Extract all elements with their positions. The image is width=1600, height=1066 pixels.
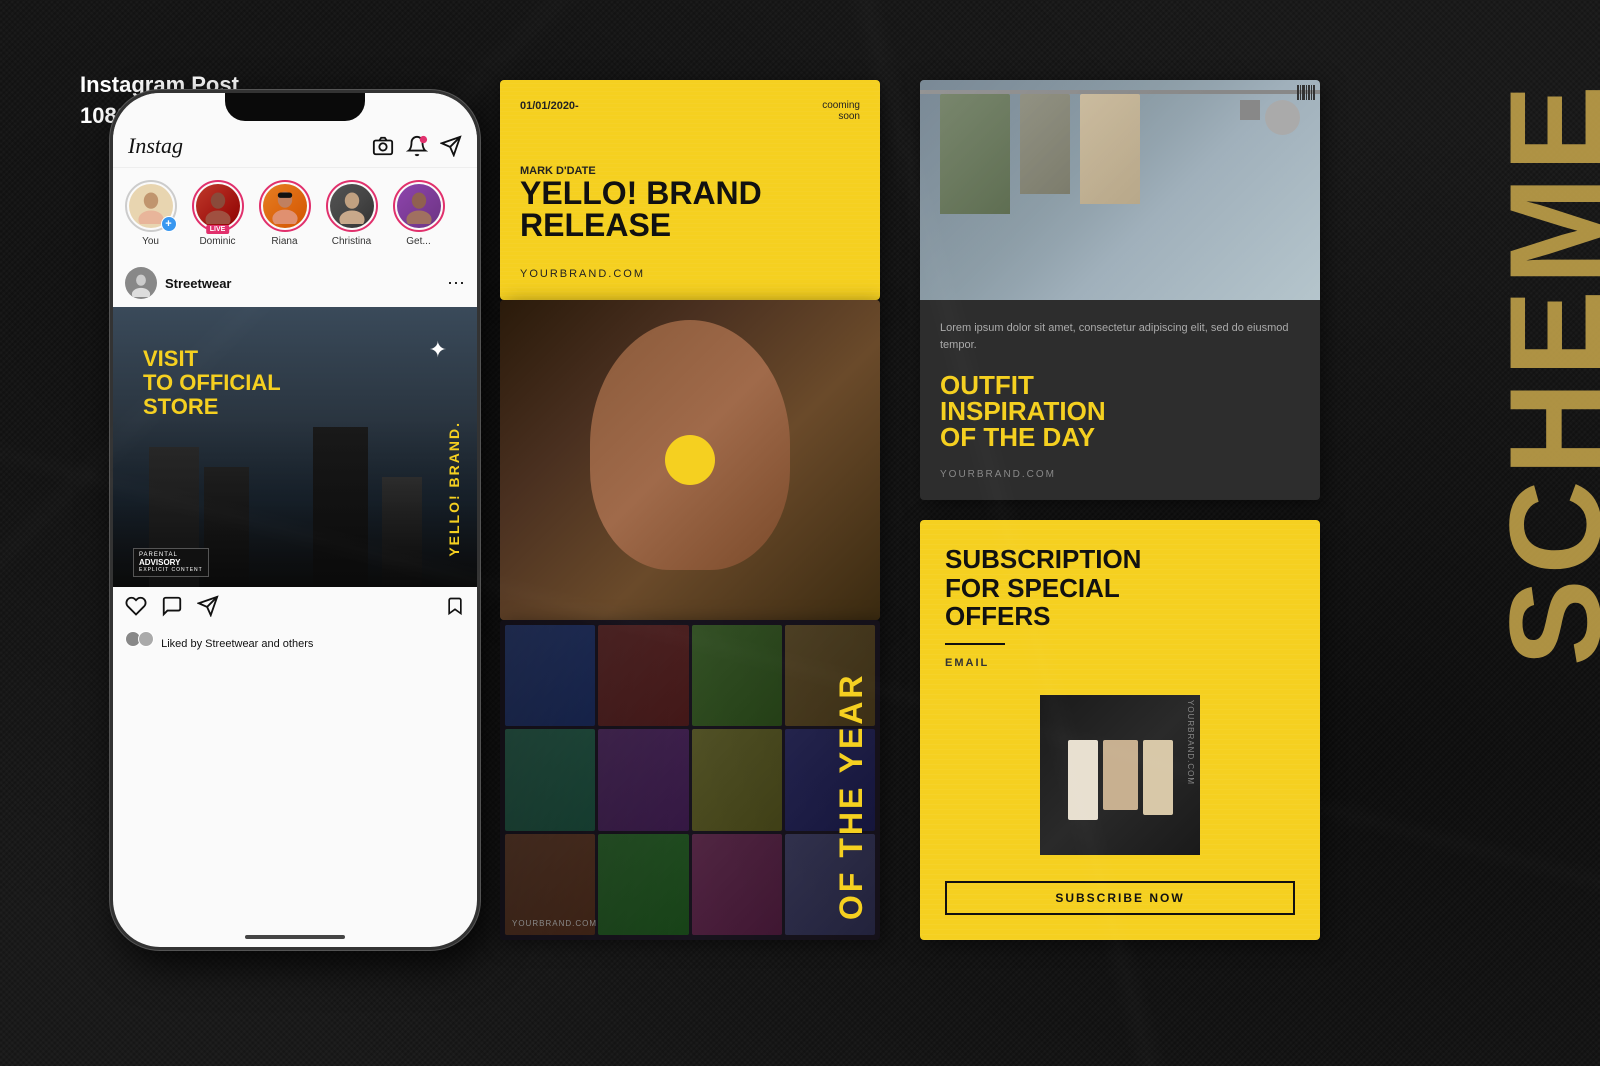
story-avatar-christina bbox=[326, 180, 378, 232]
stories-row: + You LIVE bbox=[113, 168, 477, 259]
visit-line3: STORE bbox=[143, 395, 281, 419]
story-label-christina: Christina bbox=[332, 236, 371, 247]
card5-image: YOURBRAND.COM bbox=[1040, 695, 1200, 855]
card3-overlay bbox=[500, 620, 880, 940]
story-avatar-you: + bbox=[125, 180, 177, 232]
scheme-text: SCHEME bbox=[1480, 80, 1600, 666]
card4-content: Lorem ipsum dolor sit amet, consectetur … bbox=[920, 300, 1320, 500]
jacket bbox=[940, 94, 1010, 214]
instagram-icons bbox=[372, 135, 462, 157]
card-photo bbox=[500, 300, 880, 620]
card1-title-line1: YELLO! BRAND bbox=[520, 177, 860, 209]
card4-title: OUTFIT INSPIRATION OF THE DAY bbox=[940, 372, 1300, 450]
card1-coming-soon: coomingsoon bbox=[822, 100, 860, 122]
card1-title: YELLO! BRAND RELEASE bbox=[520, 177, 860, 241]
card5-image-area: YOURBRAND.COM bbox=[945, 681, 1295, 869]
dress bbox=[1080, 94, 1140, 204]
comment-icon[interactable] bbox=[161, 595, 183, 623]
likes-text: Liked by Streetwear and others bbox=[113, 631, 477, 656]
card-brand-release: 01/01/2020- coomingsoon MARK D'DATE YELL… bbox=[500, 80, 880, 300]
wall-item-2 bbox=[1240, 100, 1260, 120]
card5-title-line2: FOR SPECIAL bbox=[945, 574, 1295, 603]
star-icon: ✦ bbox=[429, 337, 447, 363]
card1-header: 01/01/2020- coomingsoon bbox=[520, 100, 860, 122]
live-badge: LIVE bbox=[206, 225, 230, 234]
card5-title-line1: SUBSCRIPTION bbox=[945, 545, 1295, 574]
brand-vertical-text: YELLO! BRAND. bbox=[446, 421, 462, 557]
post-header: Streetwear ⋯ bbox=[113, 259, 477, 307]
hanger2 bbox=[1103, 740, 1138, 810]
post-avatar bbox=[125, 267, 157, 299]
camera-icon[interactable] bbox=[372, 135, 394, 157]
bookmark-icon[interactable] bbox=[445, 596, 465, 622]
clothing-rail bbox=[920, 90, 1320, 94]
post-visit-text: VISIT TO OFFICIAL STORE bbox=[143, 347, 281, 420]
story-label-you: You bbox=[142, 236, 159, 247]
hanger3 bbox=[1143, 740, 1173, 815]
card-outfit: Lorem ipsum dolor sit amet, consectetur … bbox=[920, 80, 1320, 500]
card4-title-line1: OUTFIT bbox=[940, 372, 1300, 398]
card4-title-line2: INSPIRATION bbox=[940, 398, 1300, 424]
phone-screen: Instag bbox=[113, 93, 477, 947]
notification-icon[interactable] bbox=[406, 135, 428, 157]
card3-title: OF THE YEAR bbox=[833, 640, 870, 920]
card4-title-line3: OF THE DAY bbox=[940, 424, 1300, 450]
story-get[interactable]: Get... bbox=[391, 180, 446, 247]
card4-image bbox=[920, 80, 1320, 300]
send-icon[interactable] bbox=[440, 135, 462, 157]
card-subscription: SUBSCRIPTION FOR SPECIAL OFFERS EMAIL bbox=[920, 520, 1320, 940]
story-christina[interactable]: Christina bbox=[324, 180, 379, 247]
plus-badge: + bbox=[161, 216, 177, 232]
wall-item-1 bbox=[1265, 100, 1300, 135]
page-container: Instagram Post 1080x1080px SCHEME Instag bbox=[0, 0, 1600, 1066]
advisory-badge: PARENTAL ADVISORY EXPLICIT CONTENT bbox=[133, 548, 209, 577]
phone-notch bbox=[225, 93, 365, 121]
post-image: VISIT TO OFFICIAL STORE ✦ YELLO! BRAND. … bbox=[113, 307, 477, 587]
instagram-logo: Instag bbox=[128, 133, 372, 159]
post-actions bbox=[113, 587, 477, 631]
card5-hangers bbox=[1068, 730, 1173, 820]
like-icon[interactable] bbox=[125, 595, 147, 623]
hanger1 bbox=[1068, 740, 1098, 820]
card1-title-line2: RELEASE bbox=[520, 209, 860, 241]
visit-line1: VISIT bbox=[143, 347, 281, 371]
story-avatar-dominic: LIVE bbox=[192, 180, 244, 232]
share-icon[interactable] bbox=[197, 595, 219, 623]
visit-line2: TO OFFICIAL bbox=[143, 371, 281, 395]
story-label-riana: Riana bbox=[271, 236, 297, 247]
story-label-dominic: Dominic bbox=[199, 236, 235, 247]
card5-email-label: EMAIL bbox=[945, 657, 1295, 669]
card5-img-bg bbox=[1040, 695, 1200, 855]
post-username: Streetwear bbox=[165, 276, 447, 291]
story-you[interactable]: + You bbox=[123, 180, 178, 247]
card3-url: YOURBRAND.COM bbox=[512, 919, 597, 928]
story-dominic[interactable]: LIVE Dominic bbox=[190, 180, 245, 247]
card1-url: YOURBRAND.COM bbox=[520, 268, 860, 280]
card5-title: SUBSCRIPTION FOR SPECIAL OFFERS bbox=[945, 545, 1295, 631]
yellow-circle bbox=[675, 445, 705, 475]
shirt bbox=[1020, 94, 1070, 194]
card1-date: 01/01/2020- bbox=[520, 100, 579, 112]
likes-avatars bbox=[125, 631, 154, 650]
card5-title-line3: OFFERS bbox=[945, 602, 1295, 631]
story-avatar-get bbox=[393, 180, 445, 232]
cards-area: 01/01/2020- coomingsoon MARK D'DATE YELL… bbox=[500, 80, 1480, 980]
subscribe-button[interactable]: SUBSCRIBE NOW bbox=[945, 881, 1295, 915]
card5-divider bbox=[945, 643, 1005, 645]
phone-home-indicator bbox=[245, 935, 345, 939]
barcode bbox=[1297, 85, 1315, 100]
card4-lorem: Lorem ipsum dolor sit amet, consectetur … bbox=[940, 320, 1300, 353]
card-magazines: OF THE YEAR YOURBRAND.COM bbox=[500, 620, 880, 940]
phone-mockup: Instag bbox=[110, 90, 480, 950]
card2-circle bbox=[665, 435, 715, 485]
card5-url: YOURBRAND.COM bbox=[1186, 700, 1195, 785]
story-riana[interactable]: Riana bbox=[257, 180, 312, 247]
card4-url: YOURBRAND.COM bbox=[940, 469, 1300, 480]
story-avatar-riana bbox=[259, 180, 311, 232]
phone-frame: Instag bbox=[110, 90, 480, 950]
post-menu-icon[interactable]: ⋯ bbox=[447, 273, 465, 294]
story-label-get: Get... bbox=[406, 236, 430, 247]
card1-body: MARK D'DATE YELLO! BRAND RELEASE bbox=[520, 150, 860, 241]
